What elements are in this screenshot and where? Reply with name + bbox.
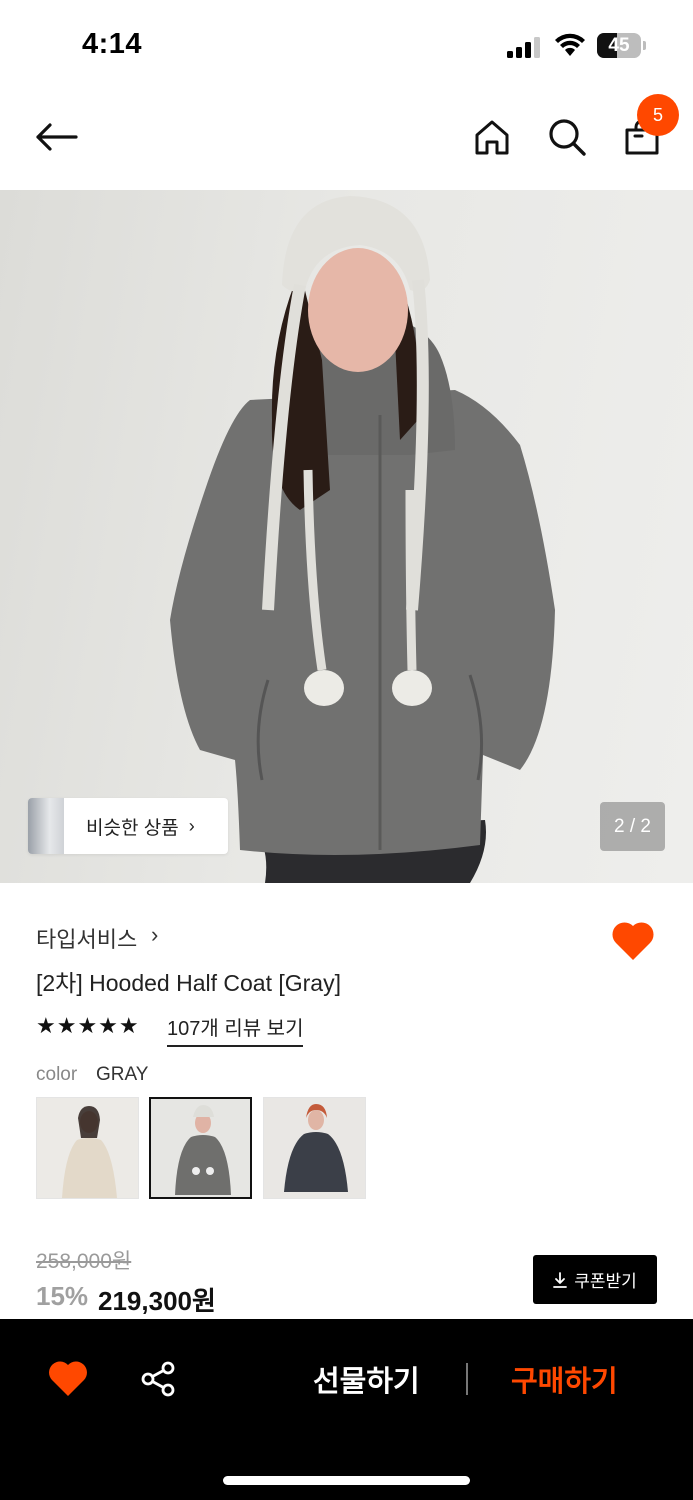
- color-swatch-ivory[interactable]: [36, 1097, 139, 1199]
- cart-count-badge: 5: [637, 94, 679, 136]
- sale-price: 219,300원: [98, 1286, 216, 1316]
- coupon-label: 쿠폰받기: [574, 1272, 637, 1291]
- status-time: 4:14: [82, 28, 143, 60]
- original-price: 258,000원: [36, 1250, 132, 1273]
- search-button[interactable]: [541, 111, 593, 163]
- bottom-action-bar: [0, 1319, 693, 1500]
- battery-icon: 45: [597, 33, 647, 58]
- download-icon: [553, 1271, 568, 1288]
- share-icon[interactable]: [140, 1361, 176, 1397]
- color-swatch-gray[interactable]: [149, 1097, 252, 1199]
- top-nav-bar: [0, 90, 693, 190]
- gift-button[interactable]: 선물하기: [313, 1358, 420, 1400]
- arrow-left-icon: [36, 123, 78, 151]
- heart-icon[interactable]: [47, 1358, 89, 1398]
- back-button[interactable]: [30, 111, 82, 163]
- reviews-link[interactable]: 107개 리뷰 보기: [167, 1012, 304, 1047]
- battery-percent: 45: [608, 35, 630, 56]
- cellular-signal-icon: [507, 36, 543, 58]
- home-icon: [475, 120, 509, 155]
- similar-products-label: 비슷한 상품: [86, 817, 179, 839]
- get-coupon-button[interactable]: 쿠폰받기: [533, 1255, 657, 1304]
- similar-products-button[interactable]: 비슷한 상품 ›: [28, 798, 228, 854]
- rating-stars: ★★★★★: [36, 1013, 140, 1038]
- product-title: [2차] Hooded Half Coat [Gray]: [36, 970, 341, 996]
- home-button[interactable]: [466, 111, 518, 163]
- status-bar: 4:14 45: [0, 0, 693, 90]
- chevron-right-icon: ›: [188, 815, 195, 836]
- home-indicator: [223, 1476, 470, 1485]
- image-page-indicator: 2 / 2: [600, 802, 665, 851]
- wifi-icon: [555, 33, 585, 56]
- product-photo: [170, 196, 555, 883]
- color-swatch-charcoal[interactable]: [263, 1097, 366, 1199]
- similar-product-thumbnail: [28, 798, 64, 854]
- brand-link[interactable]: 타입서비스: [36, 922, 137, 954]
- wishlist-heart-icon[interactable]: [610, 918, 656, 962]
- search-icon: [549, 119, 586, 156]
- product-image[interactable]: [0, 190, 693, 883]
- selected-color-value: GRAY: [96, 1064, 149, 1085]
- discount-rate: 15%: [36, 1281, 89, 1311]
- buy-button[interactable]: 구매하기: [511, 1358, 618, 1400]
- chevron-right-icon: ›: [151, 922, 159, 947]
- button-divider: [466, 1363, 468, 1395]
- color-option-label: color: [36, 1064, 78, 1085]
